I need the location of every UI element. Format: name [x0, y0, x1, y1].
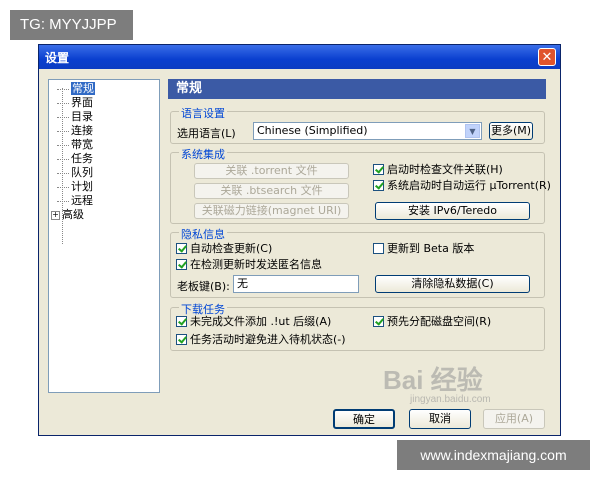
tree-item-scheduler[interactable]: 计划 — [57, 180, 93, 193]
overlay-tag: TG: MYYJJPP — [10, 10, 133, 40]
integration-group-label: 系统集成 — [179, 146, 227, 162]
autostart-checkbox[interactable]: 系统启动时自动运行 µTorrent(R) — [373, 179, 551, 193]
expand-plus-icon[interactable]: + — [51, 210, 60, 220]
checkbox-checked-icon — [176, 258, 187, 270]
prevent-standby-checkbox[interactable]: 任务活动时避免进入待机状态(-) — [176, 333, 346, 347]
checkbox-checked-icon — [373, 315, 384, 327]
install-ipv6-button[interactable]: 安装 IPv6/Teredo — [375, 202, 530, 220]
tree-item-remote[interactable]: 远程 — [57, 194, 93, 207]
assoc-btsearch-button[interactable]: 关联 .btsearch 文件 — [194, 183, 349, 199]
prealloc-checkbox[interactable]: 预先分配磁盘空间(R) — [373, 315, 491, 329]
window-title: 设置 — [45, 51, 70, 65]
append-ut-checkbox[interactable]: 未完成文件添加 .!ut 后缀(A) — [176, 315, 331, 329]
checkbox-unchecked-icon — [373, 242, 384, 254]
auto-check-update-checkbox[interactable]: 自动检查更新(C) — [176, 242, 272, 256]
checkbox-checked-icon — [176, 333, 187, 345]
checkbox-checked-icon — [373, 179, 384, 191]
close-icon[interactable]: ✕ — [538, 48, 556, 66]
anonymous-info-checkbox[interactable]: 在检测更新时发送匿名信息 — [176, 258, 322, 272]
tree-item-queue[interactable]: 队列 — [57, 166, 93, 179]
tree-item-tasks[interactable]: 任务 — [57, 152, 93, 165]
boss-key-input[interactable]: 无 — [233, 275, 359, 293]
beta-update-checkbox[interactable]: 更新到 Beta 版本 — [373, 242, 474, 256]
tree-item-connection[interactable]: 连接 — [57, 124, 93, 137]
assoc-torrent-button[interactable]: 关联 .torrent 文件 — [194, 163, 349, 179]
ok-button[interactable]: 确定 — [333, 409, 395, 429]
title-bar: 设置 ✕ — [39, 45, 560, 69]
baidu-watermark-url: jingyan.baidu.com — [410, 394, 491, 405]
tree-item-interface[interactable]: 界面 — [57, 96, 93, 109]
cancel-button[interactable]: 取消 — [409, 409, 471, 429]
boss-key-label: 老板键(B): — [177, 280, 230, 293]
checkbox-checked-icon — [176, 242, 187, 254]
tree-item-advanced[interactable]: + 高级 — [51, 208, 84, 221]
baidu-watermark: Bai 经验 — [383, 365, 483, 395]
language-select-label: 选用语言(L) — [177, 127, 236, 140]
more-languages-button[interactable]: 更多(M) — [489, 122, 533, 140]
chevron-down-icon[interactable]: ▼ — [465, 124, 480, 138]
language-select-value: Chinese (Simplified) — [257, 124, 368, 137]
checkbox-checked-icon — [373, 163, 384, 175]
check-assoc-checkbox[interactable]: 启动时检查文件关联(H) — [373, 163, 503, 177]
privacy-group-label: 隐私信息 — [179, 226, 227, 242]
tree-item-bandwidth[interactable]: 带宽 — [57, 138, 93, 151]
tree-item-directories[interactable]: 目录 — [57, 110, 93, 123]
panel-title: 常规 — [168, 79, 546, 99]
overlay-url: www.indexmajiang.com — [397, 440, 590, 470]
language-group-label: 语言设置 — [179, 105, 227, 121]
language-select[interactable]: Chinese (Simplified) ▼ — [253, 122, 482, 140]
tree-item-general[interactable]: 常规 — [57, 82, 95, 95]
settings-tree: 常规 界面 目录 连接 带宽 任务 队列 计划 远程 + 高级 — [48, 79, 160, 393]
apply-button[interactable]: 应用(A) — [483, 409, 545, 429]
assoc-magnet-button[interactable]: 关联磁力链接(magnet URI) — [194, 203, 349, 219]
checkbox-checked-icon — [176, 315, 187, 327]
clear-privacy-button[interactable]: 清除隐私数据(C) — [375, 275, 530, 293]
